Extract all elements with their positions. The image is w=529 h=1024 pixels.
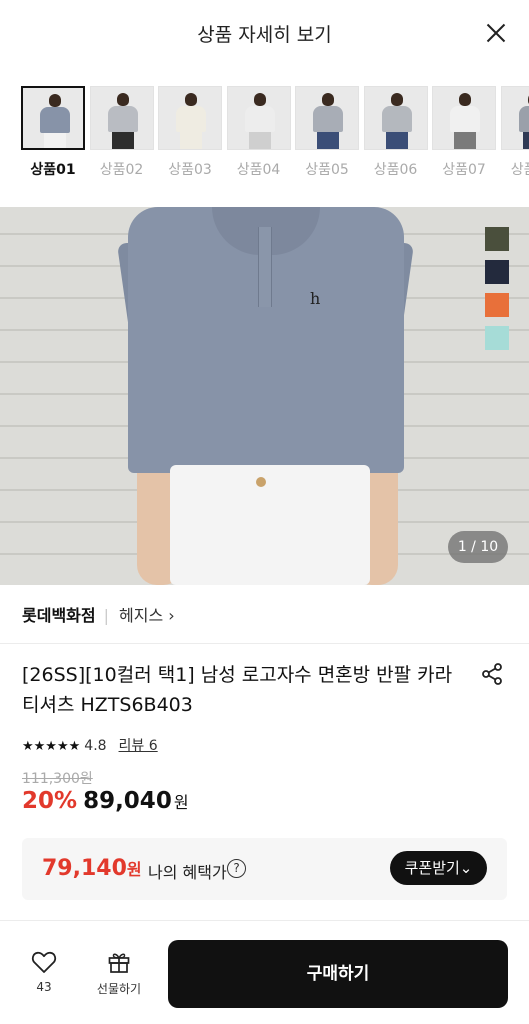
thumbnail-item[interactable]: 상품05 [295,86,359,180]
color-swatch[interactable] [485,293,509,317]
gift-button[interactable]: 선물하기 [88,950,150,1000]
buy-button[interactable]: 구매하기 [168,940,508,1008]
model-shirt [40,107,70,133]
model-shirt [381,106,412,132]
thumbnail-image [295,86,359,150]
thumbnail-item[interactable]: 상품08 [500,86,529,180]
coupon-button[interactable]: 쿠폰받기⌄ [390,851,487,885]
thumbnail-image [158,86,222,150]
brand-name: 헤지스 [119,606,164,625]
model-shirt [176,106,206,132]
share-icon[interactable] [480,662,504,686]
thumbnail-image [363,86,428,150]
sale-price: 89,040 [83,788,172,814]
model-shirt [107,106,138,132]
chevron-right-icon: › [168,606,175,625]
gift-icon [108,953,130,973]
model-pants [180,132,202,149]
thumbnail-label: 상품08 [510,162,529,178]
thumbnail-image [432,86,496,150]
model-pants [317,132,339,149]
model-shirt [518,106,529,132]
help-icon[interactable]: ? [227,859,246,878]
thumbnail-label: 상품05 [305,162,349,178]
model-pants [111,132,134,149]
divider [0,643,529,644]
thumbnail-item[interactable]: 상품03 [158,86,222,180]
page-title: 상품 자세히 보기 [197,24,332,46]
gift-label: 선물하기 [96,982,142,996]
product-title: [26SS][10컬러 택1] 남성 로고자수 면혼방 반팔 카라티셔츠 HZT… [22,664,453,716]
discount-rate: 20% [22,788,78,814]
thumbnail-label: 상품01 [30,162,76,178]
color-swatch[interactable] [485,227,509,251]
main-product-image[interactable]: h [0,207,529,585]
benefit-price: 79,140원 [42,856,142,881]
benefit-currency: 원 [126,860,142,879]
thumbnail-label: 상품02 [99,162,144,178]
thumbnail-item[interactable]: 상품07 [432,86,496,180]
model-pants [248,132,271,149]
brand-link[interactable]: 헤지스 › [119,606,175,625]
benefit-price-value: 79,140 [42,856,127,881]
original-price: 111,300원 [22,771,93,787]
color-swatches [485,227,509,359]
white-pants [170,465,370,585]
benefit-label: 나의 혜택가 [148,863,227,882]
model-head [253,93,266,106]
currency-unit: 원 [173,793,189,812]
thumbnail-label: 상품03 [168,162,212,178]
pants-button [256,477,266,487]
model-head [185,93,197,106]
rating-value: 4.8 [84,738,107,754]
model-head [322,93,334,106]
brand-row: 롯데백화점 | 헤지스 › [22,602,175,630]
model-pants [522,132,529,149]
brand-divider: | [103,606,109,625]
model-pants [385,132,408,149]
color-swatch[interactable] [485,326,509,350]
thumbnail-label: 상품04 [236,162,281,178]
model-shirt [450,106,480,132]
like-count: 43 [36,980,52,994]
thumbnail-image [226,86,291,150]
model-head [459,93,471,106]
star-rating-icon: ★★★★★ [22,739,81,754]
thumbnail-item[interactable]: 상품01 [21,86,85,180]
model-shirt [244,106,275,132]
model-head [116,93,129,106]
thumbnail-image [89,86,154,150]
close-icon[interactable] [483,20,509,46]
model-head [49,94,61,107]
thumbnail-label: 상품07 [442,162,486,178]
model-pants [454,132,476,149]
thumbnail-image [21,86,85,150]
store-name: 롯데백화점 [22,606,96,625]
image-counter: 1 / 10 [448,531,508,563]
thumbnail-item[interactable]: 상품02 [89,86,154,180]
color-swatch[interactable] [485,260,509,284]
review-link[interactable]: 리뷰 6 [119,738,158,754]
shirt-placket [258,227,272,307]
model-shirt [313,106,343,132]
header: 상품 자세히 보기 [0,0,529,66]
divider [0,920,529,921]
benefit-box: 79,140원 나의 혜택가 ? 쿠폰받기⌄ [22,838,507,900]
thumbnail-label: 상품06 [373,162,418,178]
thumbnail-item[interactable]: 상품06 [363,86,428,180]
thumbnail-image [500,86,529,150]
price-row: 20% 89,040 원 [22,788,189,814]
rating-row: ★★★★★ 4.8 리뷰 6 [22,735,158,755]
model-pants [44,133,66,148]
model-head [390,93,403,106]
thumbnail-item[interactable]: 상품04 [226,86,291,180]
heart-icon [31,951,57,973]
like-button[interactable]: 43 [22,950,66,1000]
shirt-logo: h [310,289,321,308]
thumbnail-strip: 상품01 상품02 상품03 상품04 상품05 상품06 상품07 상품08 [21,86,529,186]
